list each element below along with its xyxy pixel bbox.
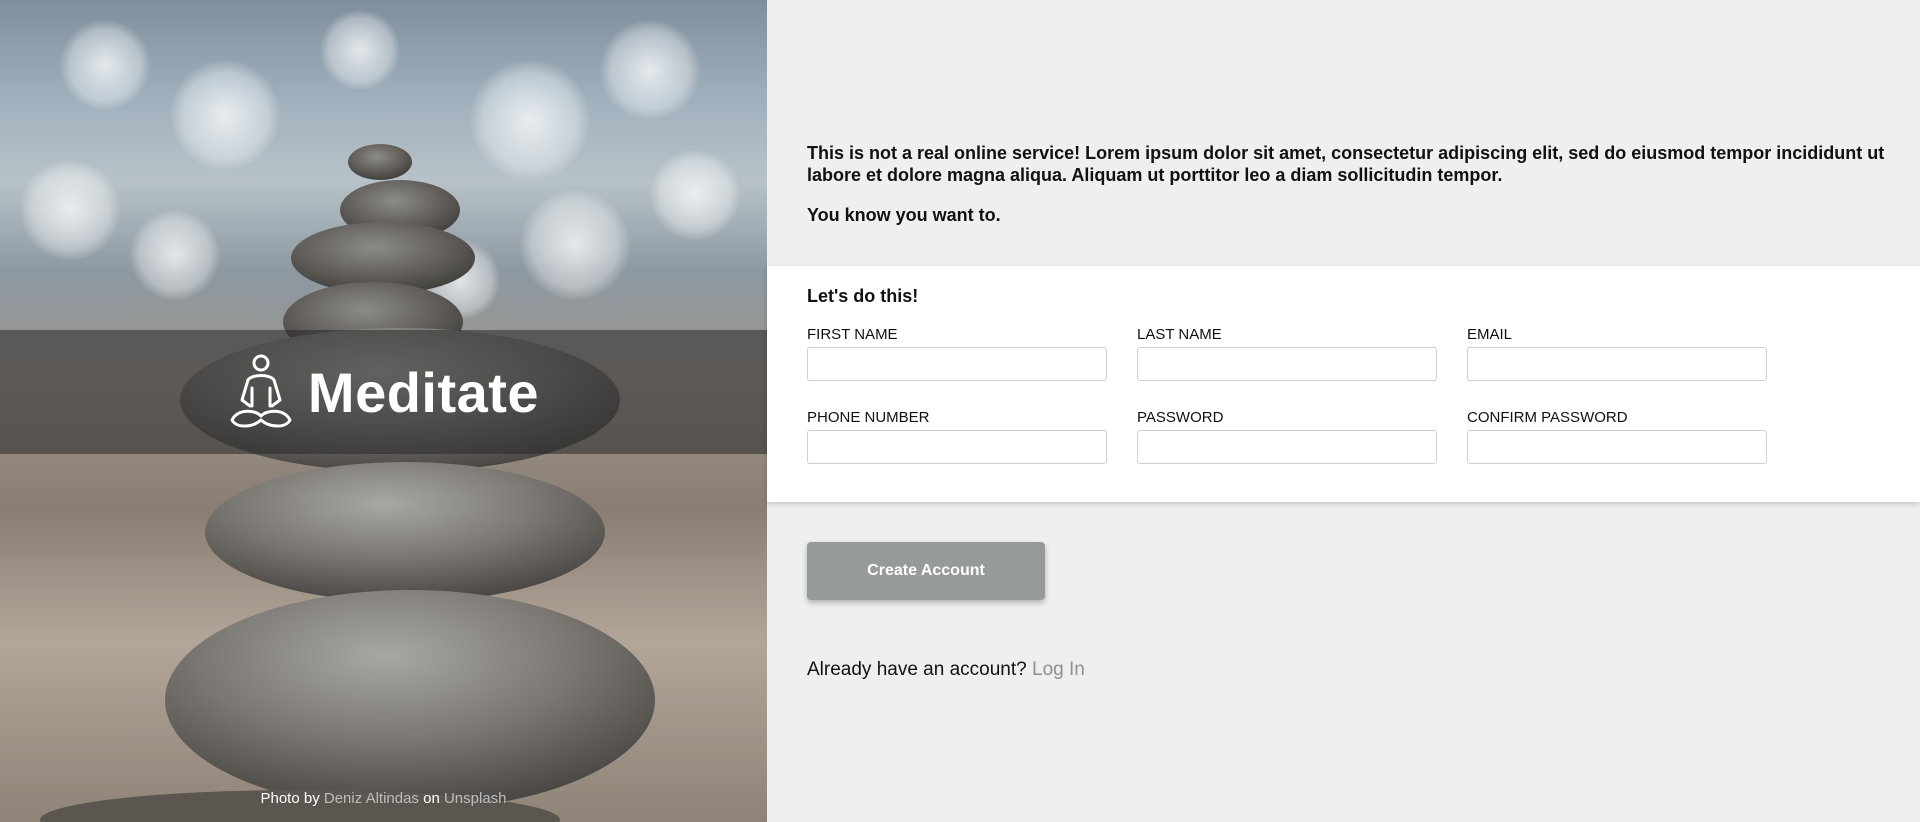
- hero-image-panel: Meditate Photo by Deniz Altindas on Unsp…: [0, 0, 767, 822]
- password-field: PASSWORD: [1137, 409, 1437, 464]
- email-field: EMAIL: [1467, 326, 1767, 381]
- photo-credit-middle: on: [423, 790, 440, 807]
- confirm-password-field: CONFIRM PASSWORD: [1467, 409, 1767, 464]
- password-input[interactable]: [1137, 430, 1437, 464]
- login-prompt-text: Already have an account?: [807, 659, 1027, 680]
- phone-input[interactable]: [807, 430, 1107, 464]
- create-account-button[interactable]: Create Account: [807, 542, 1045, 600]
- form-heading: Let's do this!: [807, 286, 919, 306]
- confirm-password-label: CONFIRM PASSWORD: [1467, 409, 1628, 426]
- login-prompt: Already have an account? Log In: [807, 659, 1085, 681]
- last-name-label: LAST NAME: [1137, 326, 1222, 343]
- photo-credit-prefix: Photo by: [260, 790, 320, 807]
- signup-panel: This is not a real online service! Lorem…: [767, 0, 1920, 822]
- first-name-label: FIRST NAME: [807, 326, 898, 343]
- first-name-field: FIRST NAME: [807, 326, 1107, 381]
- last-name-field: LAST NAME: [1137, 326, 1437, 381]
- meditation-figure-icon: [230, 354, 292, 428]
- photo-source-link[interactable]: Unsplash: [444, 790, 507, 807]
- login-link[interactable]: Log In: [1032, 659, 1085, 680]
- last-name-input[interactable]: [1137, 347, 1437, 381]
- intro-text: This is not a real online service! Lorem…: [807, 142, 1887, 244]
- phone-label: PHONE NUMBER: [807, 409, 930, 426]
- intro-tagline: You know you want to.: [807, 205, 1001, 225]
- brand-banner: Meditate: [0, 330, 767, 454]
- phone-field: PHONE NUMBER: [807, 409, 1107, 464]
- brand-name: Meditate: [307, 360, 540, 424]
- intro-paragraph: This is not a real online service! Lorem…: [807, 143, 1885, 185]
- email-label: EMAIL: [1467, 326, 1513, 343]
- photo-author-link[interactable]: Deniz Altindas: [324, 790, 419, 807]
- email-input[interactable]: [1467, 347, 1767, 381]
- signup-form-card: Let's do this! FIRST NAME LAST NAME EMAI…: [767, 266, 1920, 502]
- password-label: PASSWORD: [1137, 409, 1224, 426]
- photo-credit: Photo by Deniz Altindas on Unsplash: [0, 790, 767, 807]
- first-name-input[interactable]: [807, 347, 1107, 381]
- confirm-password-input[interactable]: [1467, 430, 1767, 464]
